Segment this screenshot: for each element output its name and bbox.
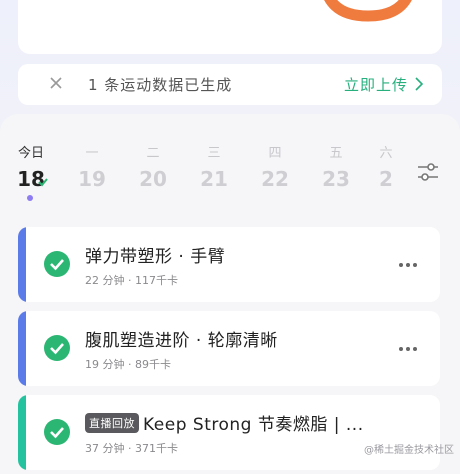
progress-ring — [324, 0, 412, 22]
completed-check-icon — [38, 178, 48, 187]
workout-card[interactable]: 弹力带塑形 · 手臂 22 分钟 · 117千卡 — [18, 227, 440, 302]
weekday-label: 一 — [85, 146, 99, 161]
workout-title-text: Keep Strong 节奏燃脂 | ... — [143, 415, 364, 435]
live-replay-badge: 直播回放 — [85, 413, 139, 433]
completed-check-icon — [44, 419, 70, 445]
more-options-icon[interactable] — [398, 346, 418, 352]
calendar-day-today[interactable]: 今日 18 — [11, 145, 51, 191]
upload-notice-bar[interactable]: 1 条运动数据已生成 立即上传 — [18, 64, 442, 105]
workout-meta: 37 分钟 · 371千卡 — [85, 442, 178, 455]
calendar-day[interactable]: 四 22 — [255, 145, 295, 191]
notice-text: 1 条运动数据已生成 — [88, 76, 233, 94]
weekday-label: 今日 — [17, 146, 44, 161]
date-label: 23 — [322, 167, 350, 191]
workout-meta: 19 分钟 · 89千卡 — [85, 358, 171, 371]
card-accent-bar — [18, 227, 26, 302]
more-options-icon[interactable] — [398, 262, 418, 268]
workout-card[interactable]: 直播回放 Keep Strong 节奏燃脂 | ... 37 分钟 · 371千卡 — [18, 395, 440, 470]
workout-title: 弹力带塑形 · 手臂 — [85, 247, 226, 267]
filter-sliders-icon[interactable] — [416, 160, 440, 184]
weekday-label: 二 — [146, 146, 160, 161]
close-icon[interactable] — [48, 75, 64, 91]
workout-meta: 22 分钟 · 117千卡 — [85, 274, 178, 287]
calendar-day[interactable]: 二 20 — [133, 145, 173, 191]
workout-title: 直播回放 Keep Strong 节奏燃脂 | ... — [85, 410, 364, 435]
chevron-right-icon — [415, 77, 424, 91]
date-label: 22 — [261, 167, 289, 191]
calendar-day[interactable]: 五 23 — [316, 145, 356, 191]
workout-title: 腹肌塑造进阶 · 轮廓清晰 — [85, 331, 278, 351]
weekday-label: 四 — [268, 146, 282, 161]
watermark: @稀土掘金技术社区 — [364, 445, 454, 456]
completed-check-icon — [44, 335, 70, 361]
date-label: 2 — [379, 167, 393, 191]
completed-check-icon — [44, 251, 70, 277]
calendar-day[interactable]: 六 2 — [374, 145, 398, 191]
today-indicator-dot — [27, 195, 33, 201]
calendar-day[interactable]: 一 19 — [72, 145, 112, 191]
card-accent-bar — [18, 311, 26, 386]
card-accent-bar — [18, 395, 26, 470]
weekday-label: 三 — [207, 146, 221, 161]
calendar-day[interactable]: 三 21 — [194, 145, 234, 191]
weekday-label: 六 — [379, 146, 393, 161]
date-label: 20 — [139, 167, 167, 191]
date-label: 19 — [78, 167, 106, 191]
weekday-label: 五 — [329, 146, 343, 161]
upload-now-link[interactable]: 立即上传 — [344, 74, 408, 95]
date-label: 21 — [200, 167, 228, 191]
workout-card[interactable]: 腹肌塑造进阶 · 轮廓清晰 19 分钟 · 89千卡 — [18, 311, 440, 386]
